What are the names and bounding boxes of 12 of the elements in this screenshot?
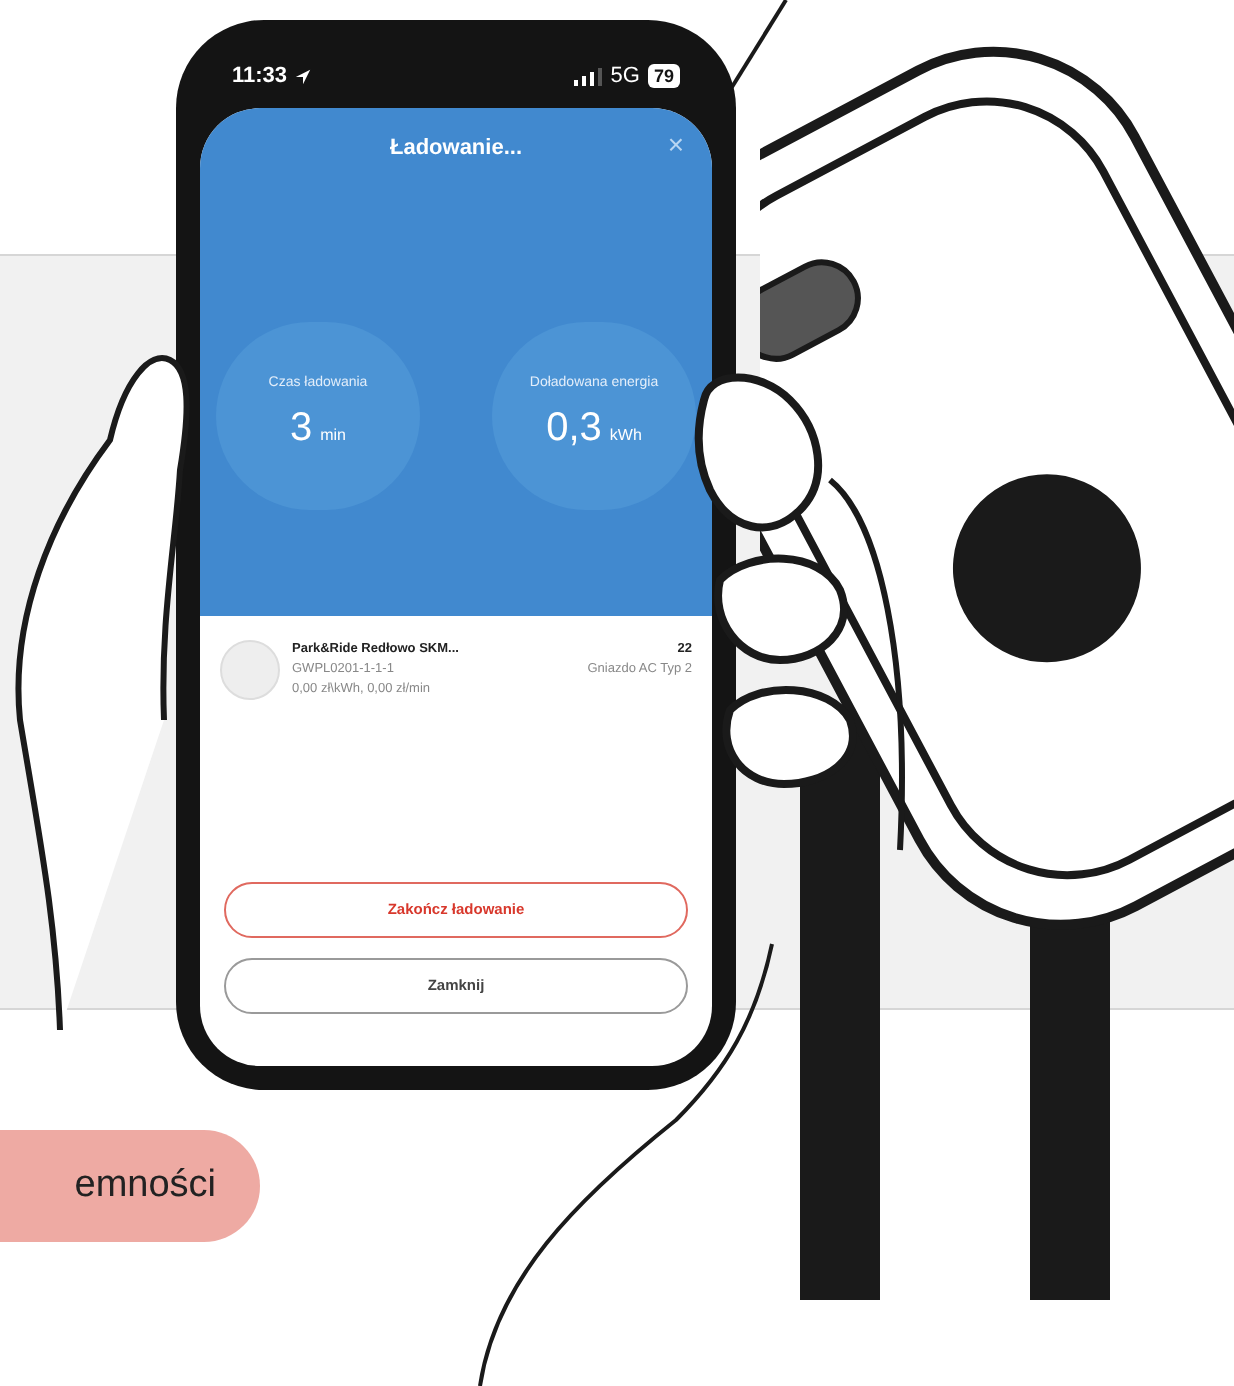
stat-unit: kWh <box>609 424 642 449</box>
signal-icon <box>574 67 603 85</box>
page-button[interactable]: emności <box>0 1130 260 1242</box>
battery-level: 79 <box>647 64 680 88</box>
stat-unit: min <box>320 424 346 449</box>
network-label: 5G <box>610 61 640 92</box>
screen-title: Ładowanie... <box>389 133 522 164</box>
station-logo <box>220 640 280 700</box>
status-time: 11:33 <box>232 61 288 92</box>
location-arrow-icon <box>293 67 312 85</box>
stat-value: 3 <box>289 404 313 455</box>
stat-value: 0,3 <box>546 404 602 455</box>
